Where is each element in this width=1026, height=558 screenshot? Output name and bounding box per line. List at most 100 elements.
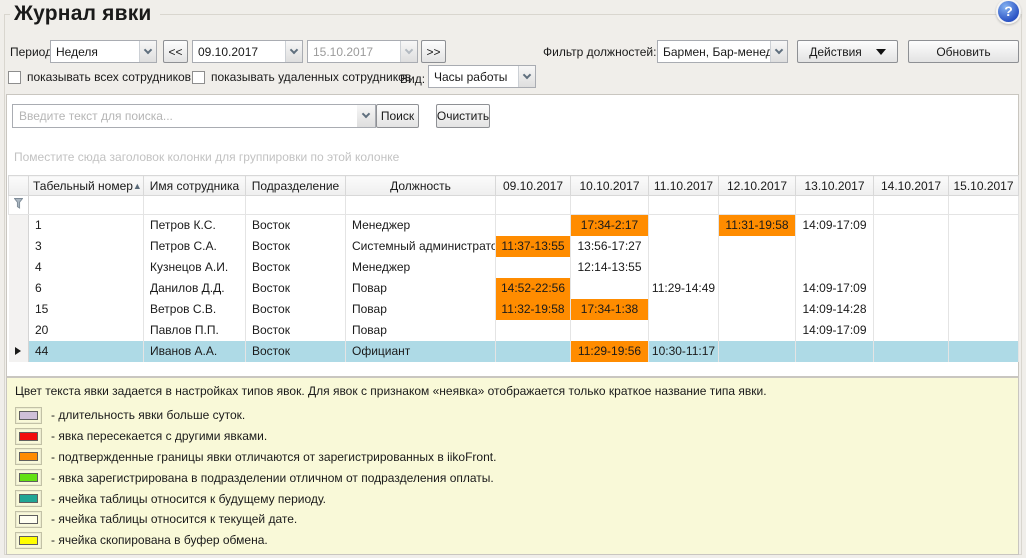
checkbox-box[interactable]	[192, 71, 205, 84]
employee-number-cell[interactable]: 6	[29, 278, 144, 299]
attendance-cell[interactable]	[874, 341, 949, 362]
column-header-date-10-10-2017[interactable]: 10.10.2017	[571, 176, 649, 196]
prev-period-button[interactable]: <<	[163, 40, 188, 63]
attendance-cell[interactable]: 17:34-1:38	[571, 299, 649, 320]
attendance-cell[interactable]	[649, 320, 719, 341]
employee-name-cell[interactable]: Кузнецов А.И.	[144, 257, 246, 278]
employee-name-cell[interactable]: Ветров С.В.	[144, 299, 246, 320]
employee-number-cell[interactable]: 3	[29, 236, 144, 257]
employee-name-cell[interactable]: Данилов Д.Д.	[144, 278, 246, 299]
attendance-cell[interactable]	[949, 299, 1019, 320]
attendance-cell[interactable]	[949, 320, 1019, 341]
employee-number-cell[interactable]: 15	[29, 299, 144, 320]
clear-button[interactable]: Очистить	[436, 104, 490, 128]
attendance-cell[interactable]	[649, 215, 719, 236]
department-cell[interactable]: Восток	[246, 299, 346, 320]
chevron-down-icon[interactable]	[139, 41, 156, 62]
attendance-cell[interactable]: 12:14-13:55	[571, 257, 649, 278]
attendance-cell[interactable]	[949, 257, 1019, 278]
position-cell[interactable]: Менеджер	[346, 257, 496, 278]
attendance-cell[interactable]: 11:37-13:55	[496, 236, 571, 257]
attendance-cell[interactable]: 14:09-17:09	[796, 215, 874, 236]
attendance-cell[interactable]	[496, 320, 571, 341]
column-header-date-09-10-2017[interactable]: 09.10.2017	[496, 176, 571, 196]
attendance-cell[interactable]	[949, 278, 1019, 299]
attendance-cell[interactable]	[874, 278, 949, 299]
position-cell[interactable]: Менеджер	[346, 215, 496, 236]
department-cell[interactable]: Восток	[246, 320, 346, 341]
attendance-cell[interactable]	[649, 257, 719, 278]
filter-cell-date-10-10-2017[interactable]	[571, 196, 649, 215]
department-cell[interactable]: Восток	[246, 278, 346, 299]
filter-cell-department[interactable]	[246, 196, 346, 215]
attendance-cell[interactable]	[874, 236, 949, 257]
column-header-date-11-10-2017[interactable]: 11.10.2017	[649, 176, 719, 196]
filter-cell-position[interactable]	[346, 196, 496, 215]
attendance-cell[interactable]: 14:52-22:56	[496, 278, 571, 299]
checkbox-box[interactable]	[8, 71, 21, 84]
attendance-cell[interactable]	[796, 257, 874, 278]
column-header-date-14-10-2017[interactable]: 14.10.2017	[874, 176, 949, 196]
position-cell[interactable]: Повар	[346, 299, 496, 320]
attendance-cell[interactable]	[719, 278, 796, 299]
employee-name-cell[interactable]: Петров К.С.	[144, 215, 246, 236]
row-indicator-cell[interactable]	[9, 257, 29, 278]
attendance-cell[interactable]	[874, 320, 949, 341]
positions-filter-select[interactable]: Бармен, Бар-менед...	[657, 40, 788, 63]
position-cell[interactable]: Системный администратор	[346, 236, 496, 257]
attendance-cell[interactable]	[496, 341, 571, 362]
department-cell[interactable]: Восток	[246, 341, 346, 362]
filter-cell-date-13-10-2017[interactable]	[796, 196, 874, 215]
attendance-cell[interactable]	[719, 236, 796, 257]
row-indicator-cell[interactable]	[9, 236, 29, 257]
filter-cell-date-15-10-2017[interactable]	[949, 196, 1019, 215]
column-header-department[interactable]: Подразделение	[246, 176, 346, 196]
column-header-date-13-10-2017[interactable]: 13.10.2017	[796, 176, 874, 196]
search-input[interactable]	[12, 104, 358, 128]
attendance-cell[interactable]	[719, 341, 796, 362]
attendance-cell[interactable]: 11:29-19:56	[571, 341, 649, 362]
attendance-cell[interactable]	[649, 299, 719, 320]
attendance-cell[interactable]	[796, 341, 874, 362]
attendance-cell[interactable]	[571, 320, 649, 341]
attendance-cell[interactable]	[571, 278, 649, 299]
employee-number-cell[interactable]: 44	[29, 341, 144, 362]
attendance-cell[interactable]: 11:31-19:58	[719, 215, 796, 236]
department-cell[interactable]: Восток	[246, 215, 346, 236]
column-header-position[interactable]: Должность	[346, 176, 496, 196]
search-button[interactable]: Поиск	[376, 104, 419, 128]
date-from-select[interactable]: 09.10.2017	[192, 40, 303, 63]
attendance-cell[interactable]: 13:56-17:27	[571, 236, 649, 257]
column-header-employee-name[interactable]: Имя сотрудника	[144, 176, 246, 196]
period-select[interactable]: Неделя	[50, 40, 157, 63]
attendance-cell[interactable]	[496, 215, 571, 236]
attendance-cell[interactable]: 14:09-14:28	[796, 299, 874, 320]
employee-number-cell[interactable]: 20	[29, 320, 144, 341]
row-indicator-cell[interactable]	[9, 278, 29, 299]
employee-name-cell[interactable]: Иванов А.А.	[144, 341, 246, 362]
column-header-date-15-10-2017[interactable]: 15.10.2017	[949, 176, 1019, 196]
show-all-checkbox[interactable]: показывать всех сотрудников	[8, 70, 191, 84]
filter-cell-employee-name[interactable]	[144, 196, 246, 215]
employee-number-cell[interactable]: 1	[29, 215, 144, 236]
column-header-date-12-10-2017[interactable]: 12.10.2017	[719, 176, 796, 196]
attendance-cell[interactable]: 10:30-11:17	[649, 341, 719, 362]
attendance-cell[interactable]	[496, 257, 571, 278]
filter-cell-date-09-10-2017[interactable]	[496, 196, 571, 215]
show-deleted-checkbox[interactable]: показывать удаленных сотрудников	[192, 70, 411, 84]
position-cell[interactable]: Официант	[346, 341, 496, 362]
actions-button[interactable]: Действия	[797, 40, 898, 63]
attendance-cell[interactable]: 11:29-14:49	[649, 278, 719, 299]
help-icon[interactable]: ?	[998, 1, 1019, 22]
attendance-cell[interactable]	[874, 299, 949, 320]
search-history-dropdown-button[interactable]	[357, 104, 376, 128]
filter-cell-date-11-10-2017[interactable]	[649, 196, 719, 215]
row-indicator-cell[interactable]	[9, 215, 29, 236]
filter-cell-employee-number[interactable]	[29, 196, 144, 215]
attendance-cell[interactable]	[719, 299, 796, 320]
attendance-cell[interactable]	[874, 215, 949, 236]
department-cell[interactable]: Восток	[246, 236, 346, 257]
row-indicator-cell[interactable]	[9, 299, 29, 320]
next-period-button[interactable]: >>	[421, 40, 446, 63]
department-cell[interactable]: Восток	[246, 257, 346, 278]
